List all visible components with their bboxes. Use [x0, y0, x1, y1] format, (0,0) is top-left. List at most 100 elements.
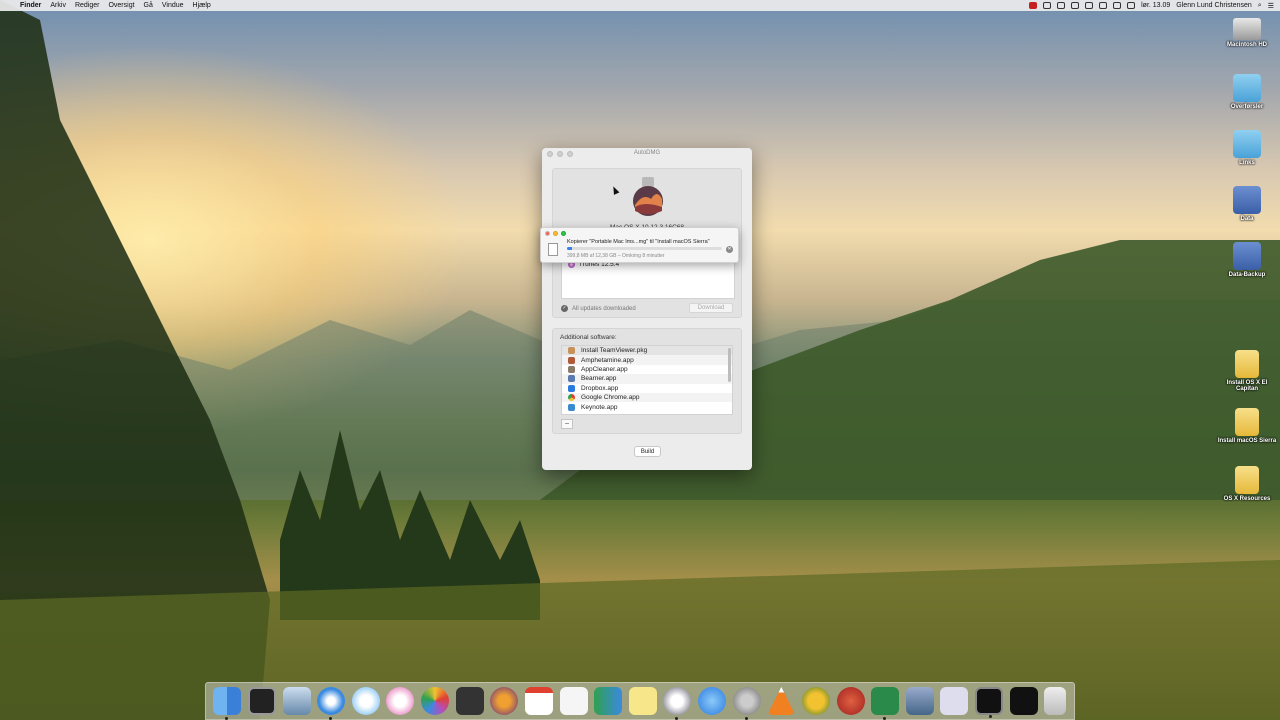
- photos-icon[interactable]: [421, 687, 450, 715]
- terminal-icon[interactable]: [975, 687, 1004, 718]
- zoom-button[interactable]: [561, 231, 566, 236]
- desktop-icon-osx-resources[interactable]: OS X Resources: [1217, 466, 1277, 502]
- software-name: Dropbox.app: [581, 384, 619, 392]
- cancel-copy-icon[interactable]: ✕: [726, 246, 733, 253]
- menubar-clock[interactable]: lør. 13.09: [1141, 2, 1170, 9]
- copy-progress-fill: [567, 247, 572, 250]
- menu-hjaelp[interactable]: Hjælp: [193, 2, 211, 9]
- desktop-icon-label: Links: [1239, 160, 1255, 166]
- hard-drive-icon: [1233, 18, 1261, 40]
- software-list[interactable]: Install TeamViewer.pkg Amphetamine.app A…: [561, 345, 733, 415]
- list-item[interactable]: Amphetamine.app: [562, 355, 732, 365]
- macos-installer-icon: [633, 177, 663, 216]
- desktop-icon-data-backup[interactable]: Data-Backup: [1217, 242, 1277, 278]
- desktop-icon-label: OS X Resources: [1223, 496, 1271, 502]
- minimize-button[interactable]: [557, 151, 563, 157]
- menu-ga[interactable]: Gå: [144, 2, 153, 9]
- sync-icon[interactable]: [1057, 2, 1066, 9]
- list-item[interactable]: Bearner.app: [562, 374, 732, 384]
- system-preferences-icon[interactable]: [732, 687, 761, 720]
- menu-bar: Finder Arkiv Rediger Oversigt Gå Vindue …: [0, 0, 1280, 11]
- disk-utility-icon[interactable]: [663, 687, 692, 720]
- vlc-icon[interactable]: [767, 687, 796, 715]
- textedit-icon[interactable]: [559, 687, 588, 715]
- close-button[interactable]: [547, 151, 553, 157]
- keynote-icon: [568, 403, 575, 411]
- preview-icon[interactable]: [282, 687, 311, 715]
- airplay-icon[interactable]: [1099, 2, 1108, 9]
- menu-finder[interactable]: Finder: [20, 2, 41, 9]
- tomato-app-icon[interactable]: [836, 687, 865, 715]
- minimize-button[interactable]: [553, 231, 558, 236]
- app-store-icon[interactable]: [698, 687, 727, 715]
- dropbox-icon[interactable]: [1043, 2, 1052, 9]
- links-folder-icon: [1233, 130, 1261, 158]
- desktop-icon-install-el-capitan[interactable]: Install OS X El Capitan: [1217, 350, 1277, 392]
- xcode-docs-icon[interactable]: [905, 687, 934, 715]
- numbers-icon[interactable]: [594, 687, 623, 715]
- download-button[interactable]: Download: [689, 303, 733, 313]
- dock: [205, 682, 1075, 720]
- autodmg-window: AutoDMG Mac OS X 10.12.3 16C68 iTunes 12…: [542, 148, 752, 470]
- desktop-icon-label: Install OS X El Capitan: [1226, 380, 1268, 392]
- coda-icon[interactable]: [871, 687, 900, 720]
- copy-progress-bar: [567, 247, 722, 250]
- window-controls: [547, 151, 573, 157]
- calendar-icon[interactable]: [524, 687, 553, 715]
- battery-icon[interactable]: [1127, 2, 1136, 9]
- desktop-icon-data[interactable]: Data: [1217, 186, 1277, 222]
- list-scrollbar[interactable]: [728, 348, 731, 382]
- disk-image-icon: [1235, 350, 1259, 378]
- list-item[interactable]: Keynote.app: [562, 402, 732, 411]
- zoom-button[interactable]: [567, 151, 573, 157]
- itunes-icon[interactable]: [386, 687, 415, 715]
- disk-image-icon: [1235, 466, 1259, 494]
- list-item[interactable]: Install TeamViewer.pkg: [562, 346, 732, 356]
- notification-center-icon[interactable]: ☰: [1268, 2, 1274, 10]
- desktop-icon-label: Overførsler: [1230, 104, 1264, 110]
- desktop-icon-macintosh-hd[interactable]: Macintosh HD: [1217, 14, 1277, 48]
- record-icon[interactable]: [1029, 2, 1038, 9]
- menubar-user[interactable]: Glenn Lund Christensen: [1176, 2, 1252, 9]
- chrome-icon: [568, 394, 575, 402]
- remove-software-button[interactable]: −: [561, 419, 573, 429]
- disk-image-icon: [1235, 408, 1259, 436]
- desktop-icon-install-sierra[interactable]: Install macOS Sierra: [1217, 408, 1277, 444]
- window-titlebar[interactable]: AutoDMG: [542, 148, 752, 159]
- firefox-icon[interactable]: [490, 687, 519, 715]
- list-item[interactable]: AppCleaner.app: [562, 365, 732, 374]
- menu-rediger[interactable]: Rediger: [75, 2, 100, 9]
- notes-icon[interactable]: [628, 687, 657, 715]
- copy-title: Kopierer "Portable Mac Ims...mg" til "In…: [567, 239, 710, 245]
- finder-icon[interactable]: [213, 687, 242, 720]
- cube-app-icon[interactable]: [455, 687, 484, 715]
- messages-icon[interactable]: [351, 687, 380, 715]
- build-button[interactable]: Build: [634, 446, 661, 457]
- wifi-icon[interactable]: [1085, 2, 1094, 9]
- menu-oversigt[interactable]: Oversigt: [108, 2, 134, 9]
- list-item[interactable]: Google Chrome.app: [562, 392, 732, 403]
- menu-vindue[interactable]: Vindue: [162, 2, 184, 9]
- timemachine-icon[interactable]: [1071, 2, 1080, 9]
- check-icon: ✓: [561, 305, 568, 312]
- volume-icon[interactable]: [1113, 2, 1122, 9]
- menu-arkiv[interactable]: Arkiv: [50, 2, 66, 9]
- installer-icon[interactable]: [940, 687, 969, 715]
- trash-icon[interactable]: [1044, 687, 1067, 715]
- close-button[interactable]: [545, 231, 550, 236]
- network-server-icon: [1233, 186, 1261, 214]
- spotlight-icon[interactable]: ⌕: [1258, 2, 1262, 10]
- pineapple-app-icon[interactable]: [801, 687, 830, 715]
- activity-monitor-icon[interactable]: [247, 687, 276, 715]
- list-item[interactable]: Dropbox.app: [562, 384, 732, 393]
- desktop-icon-label: Data: [1240, 216, 1254, 222]
- desktop-icon-overforsler[interactable]: Overførsler: [1217, 74, 1277, 110]
- console-icon[interactable]: [1009, 687, 1038, 715]
- safari-icon[interactable]: [317, 687, 346, 720]
- desktop-icon-label: Macintosh HD: [1226, 42, 1267, 48]
- package-icon: [568, 347, 575, 355]
- software-name: AppCleaner.app: [581, 365, 628, 373]
- software-name: Amphetamine.app: [581, 356, 634, 364]
- window-title: AutoDMG: [633, 150, 661, 156]
- desktop-icon-links[interactable]: Links: [1217, 130, 1277, 166]
